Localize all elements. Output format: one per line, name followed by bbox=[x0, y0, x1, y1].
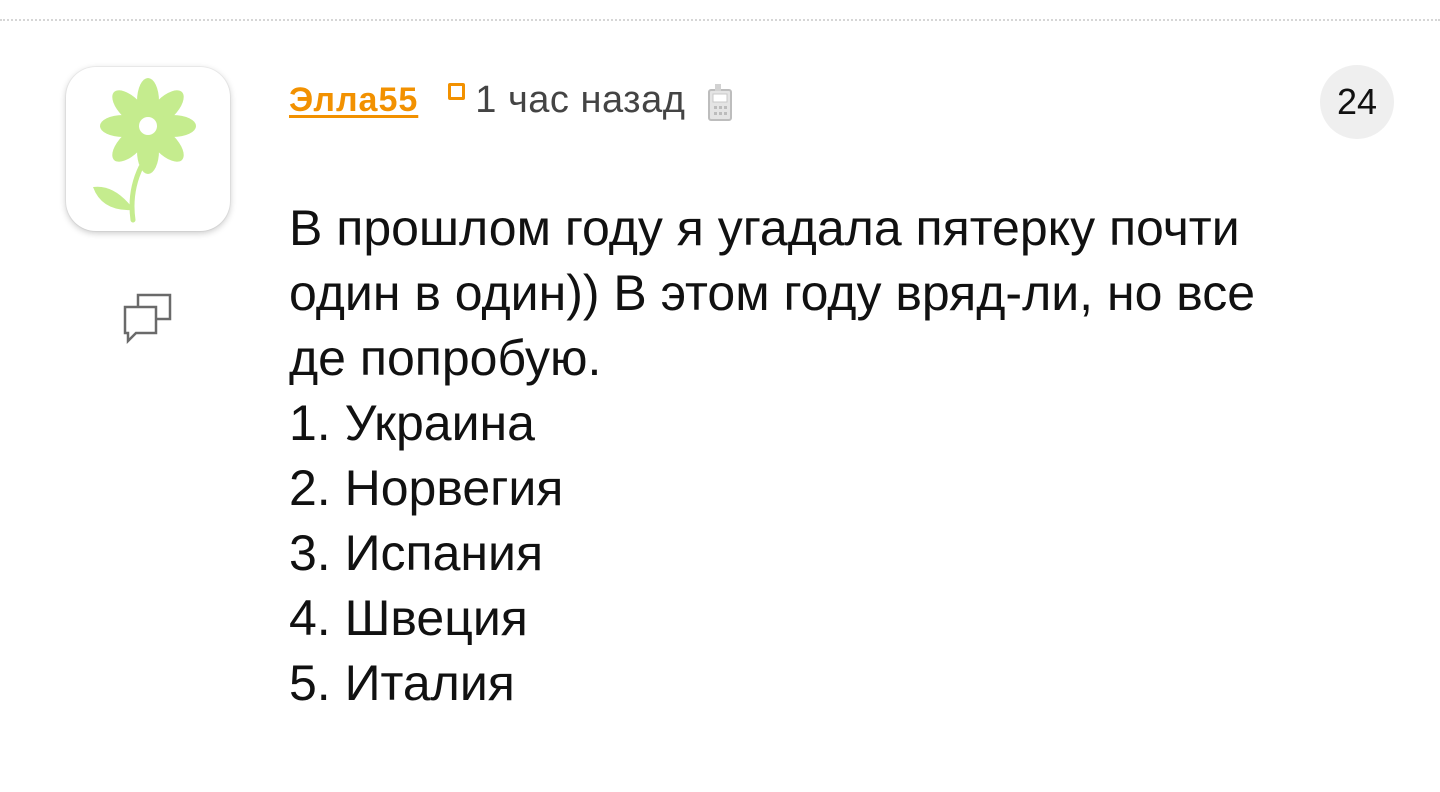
comment-header: Элла55 1 час назад bbox=[289, 76, 733, 124]
reply-count-badge[interactable]: 24 bbox=[1320, 65, 1394, 139]
comment-text-line: один в один)) В этом году вряд-ли, но вс… bbox=[289, 265, 1256, 321]
timestamp: 1 час назад bbox=[475, 78, 686, 121]
status-square-icon bbox=[448, 82, 466, 100]
list-item: 4. Швеция bbox=[289, 590, 528, 646]
mobile-phone-icon bbox=[708, 84, 733, 121]
list-item: 1. Украина bbox=[289, 395, 535, 451]
user-avatar[interactable] bbox=[66, 67, 230, 231]
flower-avatar-icon bbox=[93, 78, 196, 223]
list-item: 5. Италия bbox=[289, 655, 515, 711]
comment-body: В прошлом году я угадала пятерку почти о… bbox=[289, 196, 1399, 716]
top-divider bbox=[0, 19, 1440, 21]
comment-text-line: де попробую. bbox=[289, 330, 602, 386]
list-item: 2. Норвегия bbox=[289, 460, 564, 516]
author-name[interactable]: Элла55 bbox=[289, 81, 418, 120]
comment-screen: Элла55 1 час назад 24 В прошлом году я у… bbox=[0, 0, 1440, 792]
list-item: 3. Испания bbox=[289, 525, 544, 581]
chat-bubbles-icon[interactable] bbox=[120, 289, 176, 345]
comment-text-line: В прошлом году я угадала пятерку почти bbox=[289, 200, 1240, 256]
